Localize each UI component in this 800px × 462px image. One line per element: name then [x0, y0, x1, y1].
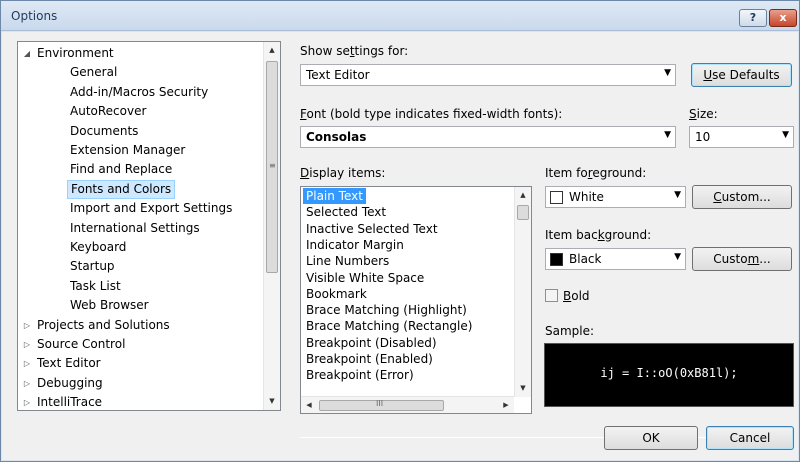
tree-item-label: Documents — [70, 123, 139, 138]
display-items-label: Display items: — [300, 166, 386, 180]
display-item[interactable]: Plain Text — [303, 188, 366, 204]
ok-button[interactable]: OK — [604, 426, 698, 450]
display-items-list[interactable]: Plain Text Selected Text Inactive Selected… — [300, 186, 532, 414]
scrollbar-thumb[interactable] — [517, 205, 529, 220]
tree-vertical-scrollbar[interactable]: ▲ ≡ ▼ — [263, 42, 280, 410]
expand-arrow-icon[interactable]: ▷ — [21, 393, 33, 410]
dropdown-arrow-icon: ▼ — [782, 130, 789, 140]
scroll-up-arrow-icon[interactable]: ▲ — [264, 42, 280, 59]
tree-item-label: Startup — [70, 259, 115, 274]
dropdown-arrow-icon: ▼ — [674, 190, 681, 200]
dialog-body: ◢ Environment General Add-in/Macros Securit… — [2, 32, 798, 460]
display-items-vertical-scrollbar[interactable]: ▲ ▼ — [514, 187, 531, 397]
scrollbar-thumb[interactable]: III — [319, 399, 444, 411]
show-settings-value: Text Editor — [306, 68, 370, 82]
expand-arrow-icon[interactable]: ▷ — [21, 335, 33, 354]
size-combo[interactable]: 10 ▼ — [689, 126, 794, 148]
bold-label[interactable]: Bold — [563, 289, 590, 303]
cancel-button[interactable]: Cancel — [706, 426, 794, 450]
show-settings-combo[interactable]: Text Editor ▼ — [300, 64, 676, 86]
display-item[interactable]: Indicator Margin — [303, 237, 407, 253]
show-settings-label: Show settings for: — [300, 44, 409, 58]
custom-foreground-button[interactable]: Custom... — [692, 185, 792, 209]
sample-label: Sample: — [545, 324, 595, 338]
sample-preview: ij = I::oO(0xB81l); — [544, 343, 794, 407]
scroll-down-arrow-icon[interactable]: ▼ — [515, 380, 531, 397]
tree-item-label: Projects and Solutions — [37, 317, 170, 332]
sample-text: ij = I::oO(0xB81l); — [600, 366, 738, 380]
tree-item-label: Keyboard — [70, 240, 127, 254]
options-dialog: Options ? x ◢ Environment General Add-in/Ma… — [0, 0, 800, 462]
tree-item-label: General — [70, 65, 118, 80]
display-item[interactable]: Brace Matching (Highlight) — [303, 302, 470, 318]
scroll-up-arrow-icon[interactable]: ▲ — [515, 187, 531, 204]
item-background-combo[interactable]: Black ▼ — [545, 248, 686, 270]
tree-item-label: International Settings — [70, 220, 200, 235]
item-foreground-combo[interactable]: White ▼ — [545, 186, 686, 208]
close-button[interactable]: x — [769, 9, 797, 27]
item-background-value: Black — [569, 252, 602, 266]
dropdown-arrow-icon: ▼ — [664, 68, 671, 78]
font-value: Consolas — [306, 130, 367, 144]
expand-arrow-icon[interactable]: ▷ — [21, 374, 33, 393]
window-title: Options — [11, 9, 58, 23]
dropdown-arrow-icon: ▼ — [674, 252, 681, 262]
grip-icon: III — [376, 399, 384, 408]
display-item[interactable]: Breakpoint (Enabled) — [303, 351, 436, 367]
custom-background-button[interactable]: Custom... — [692, 247, 792, 271]
expand-arrow-icon[interactable]: ▷ — [21, 316, 33, 335]
grip-icon: ≡ — [269, 161, 276, 170]
display-item[interactable]: Selected Text — [303, 204, 389, 220]
color-swatch — [550, 191, 563, 204]
display-item[interactable]: Breakpoint (Error) — [303, 367, 417, 383]
help-button[interactable]: ? — [739, 9, 767, 27]
size-label: Size: — [689, 107, 718, 121]
tree-item-label: IntelliTrace — [37, 395, 103, 410]
display-item[interactable]: Line Numbers — [303, 253, 392, 269]
scroll-left-arrow-icon[interactable]: ◀ — [301, 397, 317, 413]
display-item[interactable]: Breakpoint (Disabled) — [303, 335, 440, 351]
bold-checkbox[interactable] — [545, 289, 558, 302]
tree-item-label: Environment — [37, 46, 114, 60]
tree-item-label: Source Control — [37, 337, 126, 351]
tree-item-label: Text Editor — [37, 356, 101, 371]
dropdown-arrow-icon: ▼ — [664, 130, 671, 140]
display-item[interactable]: Visible White Space — [303, 270, 427, 286]
tree-item-label: Web Browser — [70, 298, 149, 313]
tree-item-label: Task List — [70, 278, 121, 293]
color-swatch — [550, 253, 563, 266]
use-defaults-button[interactable]: Use Defaults — [691, 63, 792, 87]
expand-arrow-icon[interactable]: ▷ — [21, 354, 33, 373]
tree-item-label: Find and Replace — [70, 162, 173, 177]
size-value: 10 — [695, 130, 711, 144]
title-bar[interactable]: Options ? x — [1, 1, 799, 31]
font-label: Font (bold type indicates fixed-width fo… — [300, 107, 563, 121]
item-background-label: Item background: — [545, 228, 652, 242]
display-item[interactable]: Bookmark — [303, 286, 370, 302]
collapse-arrow-icon[interactable]: ◢ — [21, 44, 33, 63]
tree-item-label: Extension Manager — [70, 143, 186, 157]
display-item[interactable]: Inactive Selected Text — [303, 221, 441, 237]
display-items-horizontal-scrollbar[interactable]: ◀ III ▶ — [301, 396, 514, 413]
item-foreground-value: White — [569, 190, 604, 204]
scroll-down-arrow-icon[interactable]: ▼ — [264, 393, 280, 410]
display-item[interactable]: Brace Matching (Rectangle) — [303, 318, 475, 334]
item-foreground-label: Item foreground: — [545, 166, 647, 180]
tree-item-label: Debugging — [37, 375, 103, 390]
tree-item-label: Import and Export Settings — [70, 201, 233, 216]
scroll-right-arrow-icon[interactable]: ▶ — [498, 397, 514, 413]
tree-item-label: Fonts and Colors — [67, 179, 176, 199]
scrollbar-thumb[interactable]: ≡ — [266, 61, 278, 273]
tree-item-label: AutoRecover — [70, 104, 147, 119]
font-combo[interactable]: Consolas ▼ — [300, 126, 676, 148]
tree-item-label: Add-in/Macros Security — [70, 84, 209, 99]
options-category-tree[interactable]: ◢ Environment General Add-in/Macros Securit… — [17, 41, 281, 411]
